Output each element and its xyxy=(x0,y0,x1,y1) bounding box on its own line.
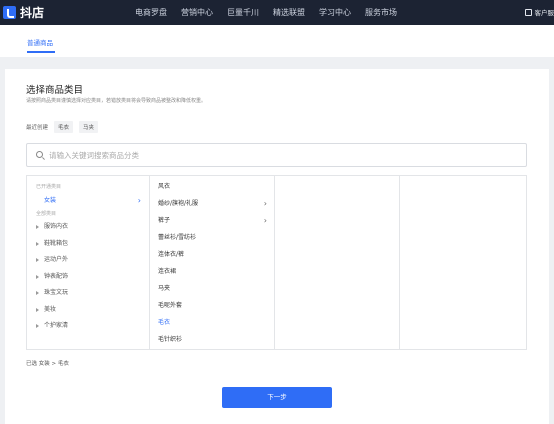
subcategory-label: 风衣 xyxy=(158,183,171,190)
nav-item-learning[interactable]: 学习中心 xyxy=(319,7,351,18)
subcategory-label: 马夹 xyxy=(158,285,171,292)
category-item[interactable]: 服饰内衣 xyxy=(27,219,149,236)
top-nav: 电商罗盘 营销中心 巨量千川 精选联盟 学习中心 服务市场 xyxy=(135,7,411,18)
subcategory-item[interactable]: 风衣 xyxy=(150,178,274,195)
subcategory-label: 连衣裙 xyxy=(158,268,177,275)
search-input[interactable] xyxy=(49,149,509,161)
category-item-label: 鞋靴箱包 xyxy=(44,239,69,247)
all-categories-label: 全部类目 xyxy=(36,211,57,217)
category-level-2: 风衣 婚纱/旗袍/礼服 › 裤子 › 蕾丝衫/雪纺衫 连体衣/裤 连衣裙 马夹 毛呢… xyxy=(150,176,275,349)
subcategory-label: 连体衣/裤 xyxy=(158,251,185,258)
brand-name: 抖店 xyxy=(20,6,45,20)
subcategory-label: 蕾丝衫/雪纺衫 xyxy=(158,234,197,241)
recent-chip[interactable]: 毛衣 xyxy=(54,121,74,133)
selected-category-path: 已选 女装 > 毛衣 xyxy=(26,361,69,367)
subcategory-item[interactable]: 连体衣/裤 xyxy=(150,246,274,263)
chevron-right-icon: › xyxy=(137,196,141,205)
category-item-label: 珠宝文玩 xyxy=(44,289,69,296)
customer-service-label: 客户服 xyxy=(534,9,554,17)
subcategory-item[interactable]: 马夹 xyxy=(150,280,274,297)
category-item[interactable]: 鞋靴箱包 xyxy=(27,236,149,253)
page-subtitle: 请按照商品类目谨慎选择对应类目，若错放类目将会导致商品被整改和降低权重。 xyxy=(26,98,207,104)
category-item[interactable]: 个护家清 xyxy=(27,318,149,335)
caret-right-icon xyxy=(36,291,39,296)
subcategory-item[interactable]: 毛针织衫 xyxy=(150,331,274,348)
subcategory-item[interactable]: 裤子 › xyxy=(150,212,274,229)
subcategory-label: 毛呢外套 xyxy=(158,302,183,309)
search-icon xyxy=(36,151,43,158)
category-item-label: 运动户外 xyxy=(44,256,69,263)
category-cascader: 已开通类目 女装 › 全部类目 服饰内衣 鞋靴箱包 运动户外 钟表配饰 珠宝文玩… xyxy=(26,175,527,350)
nav-item-compass[interactable]: 电商罗盘 xyxy=(135,7,167,18)
subcategory-item[interactable]: 蕾丝衫/雪纺衫 xyxy=(150,229,274,246)
caret-right-icon xyxy=(36,274,39,279)
subcategory-item[interactable]: 毛呢外套 xyxy=(150,297,274,314)
caret-right-icon xyxy=(36,307,39,312)
category-item[interactable]: 珠宝文玩 xyxy=(27,285,149,302)
category-item-label: 女装 xyxy=(44,197,57,204)
tab-normal-product[interactable]: 普通商品 xyxy=(27,37,53,47)
tab-active-indicator xyxy=(27,51,55,53)
category-item-womenswear[interactable]: 女装 › xyxy=(27,192,149,209)
opened-categories-label: 已开通类目 xyxy=(36,184,62,190)
recent-chip[interactable]: 马夹 xyxy=(79,121,99,133)
subcategory-label: 毛衣 xyxy=(158,319,171,326)
subcategory-label: 婚纱/旗袍/礼服 xyxy=(158,200,199,207)
nav-item-market[interactable]: 服务市场 xyxy=(365,7,397,18)
subcategory-item[interactable]: 婚纱/旗袍/礼服 › xyxy=(150,195,274,212)
recent-categories: 最近创建 毛衣 马夹 xyxy=(26,121,104,133)
recent-label: 最近创建 xyxy=(26,125,49,131)
category-card: 选择商品类目 请按照商品类目谨慎选择对应类目，若错放类目将会导致商品被整改和降低… xyxy=(5,69,549,424)
category-item-label: 服饰内衣 xyxy=(44,223,69,230)
top-navigation-bar: 抖店 电商罗盘 营销中心 巨量千川 精选联盟 学习中心 服务市场 客户服 xyxy=(0,0,554,25)
category-level-3 xyxy=(275,176,400,349)
subcategory-item-selected[interactable]: 毛衣 xyxy=(150,314,274,331)
tab-bar: 普通商品 xyxy=(0,25,554,57)
category-item-label: 个护家清 xyxy=(44,322,69,329)
category-level-4 xyxy=(400,176,526,349)
category-item[interactable]: 钟表配饰 xyxy=(27,269,149,286)
subcategory-item[interactable]: 连衣裙 xyxy=(150,263,274,280)
next-step-button[interactable]: 下一步 xyxy=(222,387,332,408)
chevron-right-icon: › xyxy=(263,199,267,208)
caret-right-icon xyxy=(36,258,39,263)
caret-right-icon xyxy=(36,225,39,230)
nav-item-marketing[interactable]: 营销中心 xyxy=(181,7,213,18)
category-level-1: 已开通类目 女装 › 全部类目 服饰内衣 鞋靴箱包 运动户外 钟表配饰 珠宝文玩… xyxy=(27,176,150,349)
chevron-right-icon: › xyxy=(263,216,267,225)
chat-icon xyxy=(524,8,532,16)
caret-right-icon xyxy=(36,324,39,329)
category-item-label: 美妆 xyxy=(44,305,57,313)
customer-service-link[interactable]: 客户服 xyxy=(524,7,554,17)
nav-item-alliance[interactable]: 精选联盟 xyxy=(273,7,305,18)
caret-right-icon xyxy=(36,241,39,246)
category-item-label: 钟表配饰 xyxy=(44,272,69,280)
category-item[interactable]: 美妆 xyxy=(27,302,149,319)
category-item[interactable]: 运动户外 xyxy=(27,252,149,269)
subcategory-label: 毛针织衫 xyxy=(158,336,183,343)
brand[interactable]: 抖店 xyxy=(3,4,44,21)
nav-item-qianchuan[interactable]: 巨量千川 xyxy=(227,7,259,18)
page-title: 选择商品类目 xyxy=(26,85,84,96)
subcategory-label: 裤子 xyxy=(158,217,171,224)
category-search[interactable] xyxy=(26,143,527,167)
doudian-logo-icon xyxy=(3,6,16,19)
